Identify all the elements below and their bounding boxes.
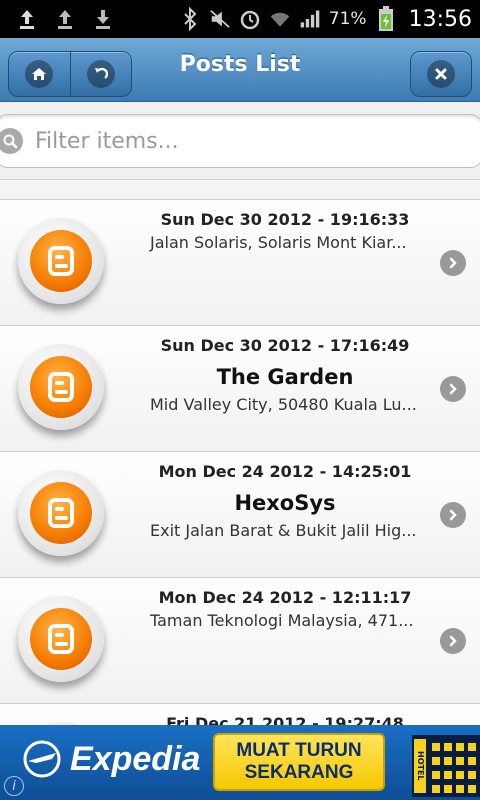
header-bar: Posts List	[0, 38, 480, 102]
post-name: The Garden	[216, 365, 354, 389]
hotel-sign: HOTEL	[414, 739, 426, 793]
blogger-thumbnail	[18, 344, 106, 432]
back-button[interactable]	[69, 52, 131, 96]
post-date: Sun Dec 30 2012 - 19:16:33	[160, 210, 410, 229]
blogger-icon	[48, 624, 74, 654]
ad-brand: Expedia	[70, 739, 201, 778]
ad-info-icon[interactable]: i	[4, 776, 24, 796]
close-icon	[427, 60, 455, 88]
ad-download-button[interactable]: MUAT TURUN SEKARANG	[213, 733, 385, 791]
list-item[interactable]: Mon Dec 24 2012 - 14:25:01 HexoSys Exit …	[0, 452, 480, 578]
search-icon	[0, 128, 23, 154]
plane-globe-icon	[23, 740, 61, 778]
back-arrow-icon	[86, 60, 115, 88]
list-item[interactable]: Mon Dec 24 2012 - 12:11:17 Taman Teknolo…	[0, 578, 480, 704]
post-address: Jalan Solaris, Solaris Mont Kiar...	[150, 233, 407, 252]
mute-icon	[209, 6, 231, 32]
upload-icon	[54, 6, 76, 32]
filter-input[interactable]	[35, 128, 435, 154]
chevron-right-icon	[440, 250, 466, 276]
post-address: Exit Jalan Barat & Bukit Jalil Hig...	[150, 521, 417, 540]
upload-icon	[16, 6, 38, 32]
page-title: Posts List	[179, 52, 301, 77]
clock: 13:56	[408, 6, 472, 32]
list-item[interactable]: Sun Dec 30 2012 - 17:16:49 The Garden Mi…	[0, 326, 480, 452]
blogger-icon	[48, 498, 74, 528]
filter-box	[0, 114, 480, 168]
post-date: Mon Dec 24 2012 - 14:25:01	[158, 462, 412, 481]
chevron-right-icon	[440, 628, 466, 654]
list-item[interactable]: Fri Dec 21 2012 - 19:27:48	[0, 704, 480, 725]
alarm-icon	[239, 6, 261, 32]
hotel-building-image: HOTEL	[412, 735, 480, 797]
status-bar: 71% 13:56	[0, 0, 480, 38]
post-date: Fri Dec 21 2012 - 19:27:48	[166, 714, 404, 725]
battery-charging-icon	[375, 6, 397, 32]
filter-bar	[0, 102, 480, 180]
blogger-thumbnail	[18, 596, 106, 684]
post-address: Mid Valley City, 50480 Kuala Lu...	[150, 395, 417, 414]
expedia-logo: Expedia	[22, 739, 200, 779]
wifi-icon	[269, 6, 291, 32]
post-date: Sun Dec 30 2012 - 17:16:49	[160, 336, 410, 355]
blogger-thumbnail	[18, 470, 106, 558]
list-item[interactable]: Sun Dec 30 2012 - 19:16:33 Jalan Solaris…	[0, 200, 480, 326]
download-icon	[92, 6, 114, 32]
signal-icon	[299, 6, 321, 32]
ad-banner[interactable]: Expedia MUAT TURUN SEKARANG HOTEL i	[0, 725, 480, 800]
posts-list: Sun Dec 30 2012 - 19:16:33 Jalan Solaris…	[0, 199, 480, 725]
home-button[interactable]	[9, 52, 70, 96]
home-icon	[25, 60, 54, 88]
chevron-right-icon	[440, 376, 466, 402]
battery-percent: 71%	[328, 9, 367, 29]
nav-button-group	[8, 51, 132, 97]
ad-cta-line1: MUAT TURUN	[236, 740, 362, 761]
post-address: Taman Teknologi Malaysia, 471...	[150, 611, 414, 630]
ad-cta-line2: SEKARANG	[244, 762, 354, 783]
chevron-right-icon	[440, 502, 466, 528]
bluetooth-icon	[179, 6, 201, 32]
post-name: HexoSys	[234, 491, 336, 515]
blogger-icon	[48, 372, 74, 402]
post-date: Mon Dec 24 2012 - 12:11:17	[158, 588, 412, 607]
list-spacer	[0, 180, 480, 200]
close-button[interactable]	[410, 51, 472, 97]
blogger-thumbnail	[18, 218, 106, 306]
blogger-icon	[48, 246, 74, 276]
